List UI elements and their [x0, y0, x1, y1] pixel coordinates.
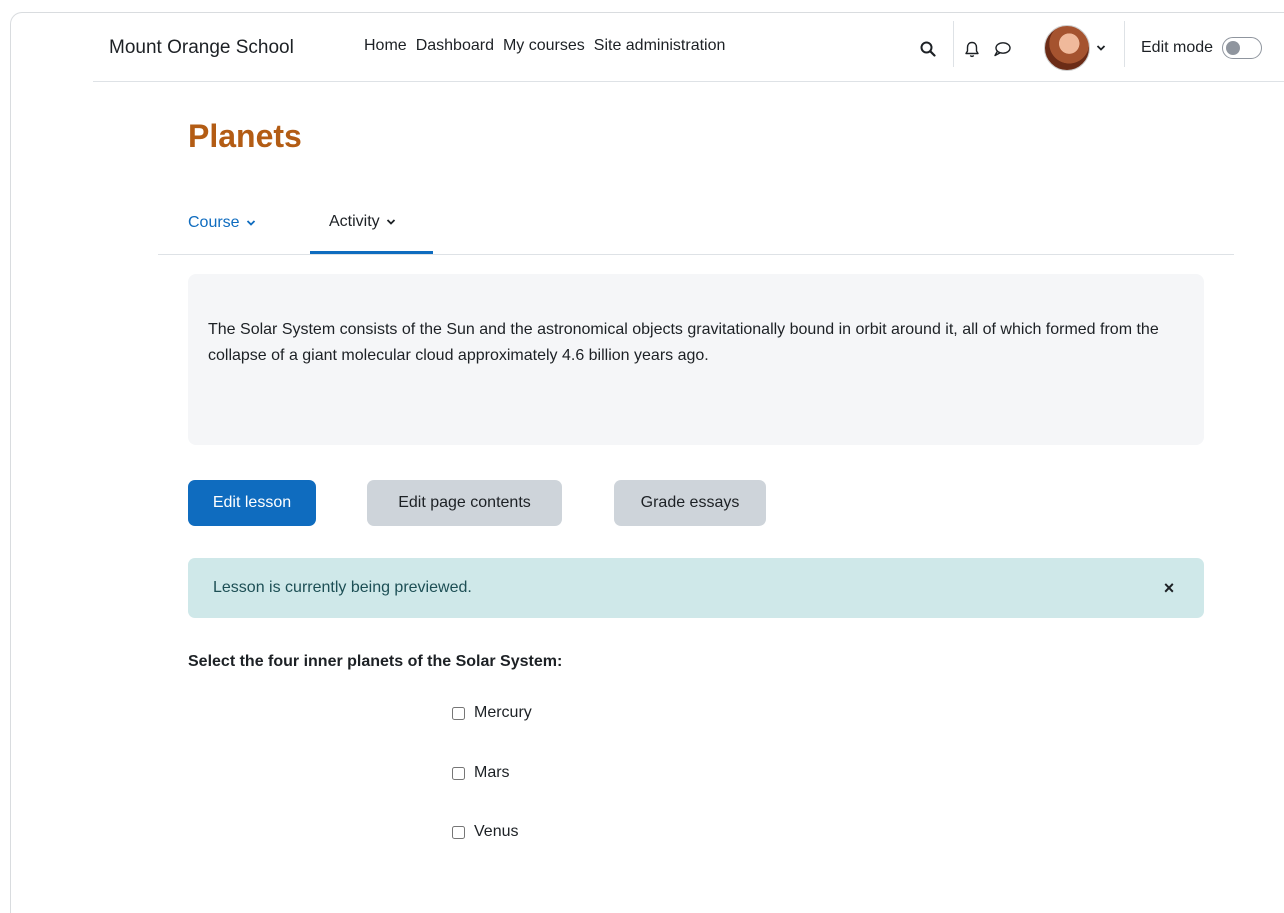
chevron-down-icon: [246, 220, 255, 226]
checkbox-mars[interactable]: [452, 766, 465, 780]
option-venus[interactable]: Venus: [452, 823, 518, 841]
option-label: Venus: [474, 823, 519, 840]
tab-course[interactable]: Course: [188, 193, 256, 253]
alert-message: Lesson is currently being previewed.: [213, 579, 472, 596]
nav-site-administration[interactable]: Site administration: [594, 37, 726, 55]
option-mercury[interactable]: Mercury: [452, 704, 532, 722]
nav-dashboard[interactable]: Dashboard: [416, 37, 494, 55]
nav-home[interactable]: Home: [364, 37, 407, 55]
nav-my-courses[interactable]: My courses: [503, 37, 585, 55]
navbar-divider: [953, 21, 954, 67]
user-menu[interactable]: [1044, 25, 1106, 71]
top-navbar: Mount Orange School Home Dashboard My co…: [93, 13, 1284, 82]
site-brand[interactable]: Mount Orange School: [109, 37, 294, 59]
option-label: Mercury: [474, 704, 532, 721]
option-label: Mars: [474, 764, 510, 781]
edit-mode-label: Edit mode: [1141, 39, 1214, 56]
option-mars[interactable]: Mars: [452, 764, 510, 782]
checkbox-venus[interactable]: [452, 825, 465, 839]
preview-alert: Lesson is currently being previewed. ×: [188, 558, 1204, 618]
edit-mode-toggle[interactable]: [1222, 37, 1263, 59]
edit-lesson-button[interactable]: Edit lesson: [188, 480, 316, 526]
secondary-navigation: Course Activity: [158, 193, 1234, 255]
tab-course-label: Course: [188, 214, 240, 231]
grade-essays-button[interactable]: Grade essays: [614, 480, 766, 526]
navbar-divider: [1124, 21, 1125, 67]
edit-mode-switch[interactable]: Edit mode: [1141, 37, 1263, 59]
checkbox-mercury[interactable]: [452, 706, 465, 720]
description-text: The Solar System consists of the Sun and…: [208, 321, 1159, 364]
bell-icon[interactable]: [957, 33, 987, 65]
activity-description: The Solar System consists of the Sun and…: [188, 274, 1204, 445]
chevron-down-icon: [386, 219, 395, 225]
search-icon[interactable]: [913, 33, 943, 65]
close-icon[interactable]: ×: [1159, 578, 1179, 599]
page-title: Planets: [188, 118, 302, 154]
chevron-down-icon: [1096, 45, 1106, 51]
toggle-knob: [1226, 41, 1241, 55]
avatar[interactable]: [1044, 25, 1090, 71]
primary-navigation: Home Dashboard My courses Site administr…: [364, 37, 725, 55]
tab-activity[interactable]: Activity: [310, 193, 433, 254]
edit-page-contents-button[interactable]: Edit page contents: [367, 480, 562, 526]
question-prompt: Select the four inner planets of the Sol…: [188, 653, 563, 670]
tab-activity-label: Activity: [329, 213, 380, 230]
chat-icon[interactable]: [987, 33, 1017, 65]
